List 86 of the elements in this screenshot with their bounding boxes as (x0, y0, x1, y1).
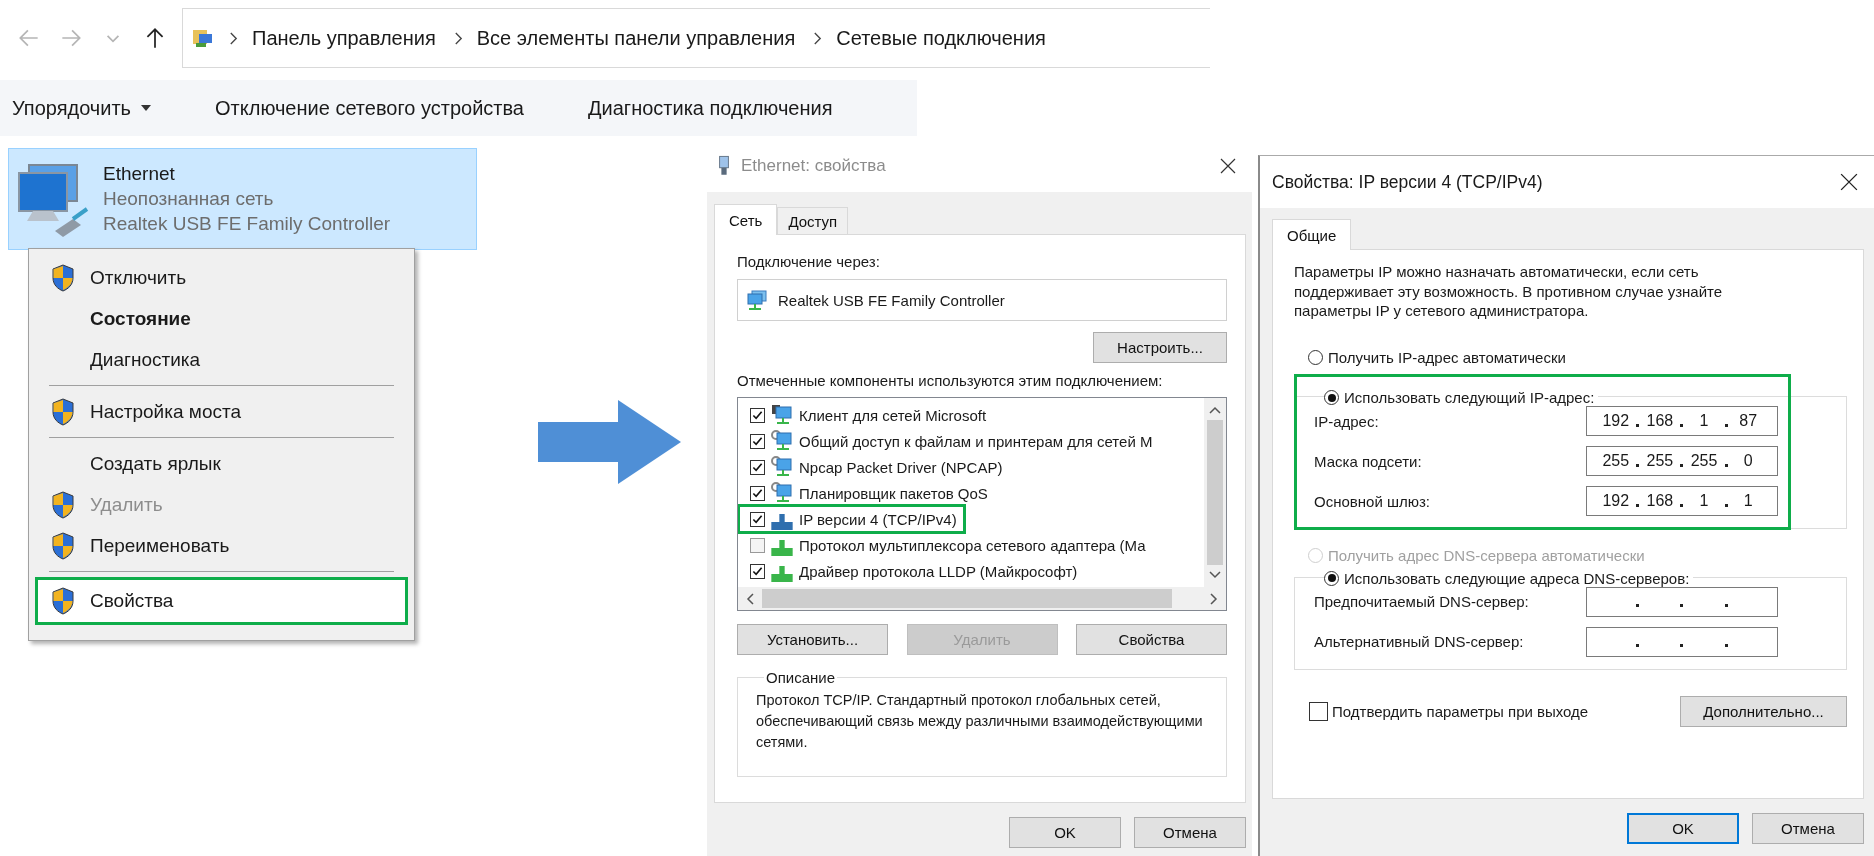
client-computer-icon (771, 404, 793, 426)
menu-item[interactable]: Состояние (35, 298, 408, 339)
tab[interactable]: Сеть (714, 204, 778, 235)
toolbar-button[interactable]: Отключение сетевого устройства (205, 90, 534, 126)
adapter-name: Realtek USB FE Family Controller (778, 291, 1005, 309)
dialog-button[interactable]: Свойства (1076, 624, 1227, 655)
intro-text: Параметры IP можно назначать автоматически, если сеть поддерживает эту возможность. В противном случае узнайте параметры IP у сетевого администратора. (1294, 262, 1724, 321)
scroll-down-icon[interactable] (1209, 571, 1221, 579)
dialog-button[interactable]: Отмена (1134, 817, 1246, 848)
component-name[interactable]: Протокол мультиплексора сетевого адаптера (Ма (799, 536, 1146, 554)
checkbox[interactable] (750, 459, 765, 475)
component-name[interactable]: Npcap Packet Driver (NPCAP) (799, 458, 1003, 476)
field-label: Маска подсети: (1314, 452, 1422, 470)
menu-item[interactable]: Переименовать (35, 525, 408, 566)
connection-name: Ethernet (103, 163, 176, 185)
window-title: Ethernet: свойства (741, 156, 887, 176)
field-label: Альтернативный DNS-сервер: (1314, 633, 1524, 650)
network-protocol-icon (771, 566, 793, 582)
field-label: Предпочитаемый DNS-сервер: (1314, 593, 1529, 610)
service-computer-icon (771, 430, 793, 452)
checkbox[interactable] (750, 537, 765, 553)
dialog-button[interactable]: OK (1009, 817, 1121, 848)
breadcrumb-item[interactable]: Сетевые подключения (836, 26, 1046, 50)
scroll-left-icon[interactable] (746, 592, 754, 605)
service-computer-icon (771, 482, 793, 504)
radio-option[interactable]: Использовать следующие адреса DNS-серверов: (1324, 569, 1690, 587)
component-name[interactable]: IP версии 4 (TCP/IPv4) (799, 510, 957, 528)
component-name[interactable]: Клиент для сетей Microsoft (799, 406, 987, 424)
checkbox[interactable] (750, 563, 765, 579)
connection-status: Неопознанная сеть (103, 188, 275, 210)
close-icon[interactable] (1220, 158, 1236, 174)
field-label: IP-адрес: (1314, 412, 1379, 430)
dialog-button[interactable]: Установить... (737, 624, 888, 655)
connect-using-label: Подключение через: (737, 253, 881, 270)
component-name[interactable]: Общий доступ к файлам и принтерам для сетей M (799, 432, 1153, 450)
description-text: Протокол TCP/IP. Стандартный протокол глобальных сетей, обеспечивающий связь между различными взаимодействующими сетями. (756, 691, 1204, 752)
component-name[interactable]: Планировщик пакетов QoS (799, 484, 988, 502)
menu-item[interactable]: Свойства (35, 577, 408, 625)
advanced-button[interactable]: Дополнительно... (1680, 695, 1847, 727)
ip-address-field[interactable] (1586, 626, 1778, 657)
radio-option[interactable]: Использовать следующий IP-адрес: (1324, 389, 1595, 406)
toolbar-button[interactable]: Диагностика подключения (578, 90, 843, 126)
vertical-scrollbar[interactable] (1204, 398, 1226, 587)
menu-item[interactable]: Создать ярлык (35, 443, 408, 484)
ip-address-field[interactable] (1586, 586, 1778, 617)
breadcrumb-item[interactable]: Все элементы панели управления (476, 26, 796, 50)
address-bar[interactable]: Панель управления Все элементы панели управления Сетевые подключения (182, 8, 1210, 68)
checkbox-option[interactable]: Подтвердить параметры при выходе (1309, 701, 1589, 721)
menu-item[interactable]: Настройка моста (35, 391, 408, 432)
window-title: Свойства: IP версии 4 (TCP/IPv4) (1271, 171, 1544, 193)
ip-address-field[interactable]: 192 168 1 1 (1586, 486, 1778, 516)
network-computer-icon (746, 289, 768, 311)
group-label: Описание (765, 669, 837, 686)
components-label: Отмеченные компоненты используются этим подключением: (737, 372, 1164, 389)
network-protocol-icon (771, 540, 793, 556)
menu-item[interactable]: Диагностика (35, 339, 408, 380)
toolbar-button[interactable]: Упорядочить (2, 90, 161, 126)
breadcrumb-item[interactable]: Панель управления (252, 26, 436, 50)
field-label: Основной шлюз: (1314, 492, 1430, 510)
checkbox[interactable] (750, 485, 765, 501)
chevron-right-icon (813, 31, 823, 45)
radio-option[interactable]: Получить IP-адрес автоматически (1308, 348, 1566, 366)
menu-item[interactable]: Отключить (35, 257, 408, 298)
configure-button[interactable]: Настроить... (1093, 332, 1227, 363)
chevron-right-icon (453, 31, 463, 45)
connection-item[interactable]: Ethernet Неопознанная сеть Realtek USB FE Family Controller (8, 148, 477, 250)
close-icon[interactable] (1840, 173, 1858, 191)
ip-address-field[interactable]: 192 168 1 87 (1586, 406, 1778, 436)
checkbox[interactable] (750, 407, 765, 423)
network-protocol-icon (771, 514, 793, 530)
horizontal-scrollbar[interactable] (738, 587, 1226, 610)
checkbox[interactable] (750, 511, 765, 527)
ip-address-field[interactable]: 255 255 255 0 (1586, 446, 1778, 476)
right-arrow-icon (538, 400, 681, 484)
tab[interactable]: Общие (1272, 219, 1352, 250)
adapter-name: Realtek USB FE Family Controller (103, 213, 391, 235)
dialog-button[interactable]: Отмена (1752, 813, 1864, 844)
component-name[interactable]: Драйвер протокола LLDP (Майкрософт) (799, 562, 1078, 580)
dialog-button[interactable]: OK (1627, 813, 1739, 844)
checkbox[interactable] (750, 433, 765, 449)
network-adapter-icon (717, 155, 731, 177)
service-computer-icon (771, 456, 793, 478)
tab[interactable]: Доступ (777, 207, 849, 234)
scroll-right-icon[interactable] (1210, 592, 1218, 605)
scroll-up-icon[interactable] (1209, 406, 1221, 414)
chevron-right-icon (229, 31, 238, 45)
